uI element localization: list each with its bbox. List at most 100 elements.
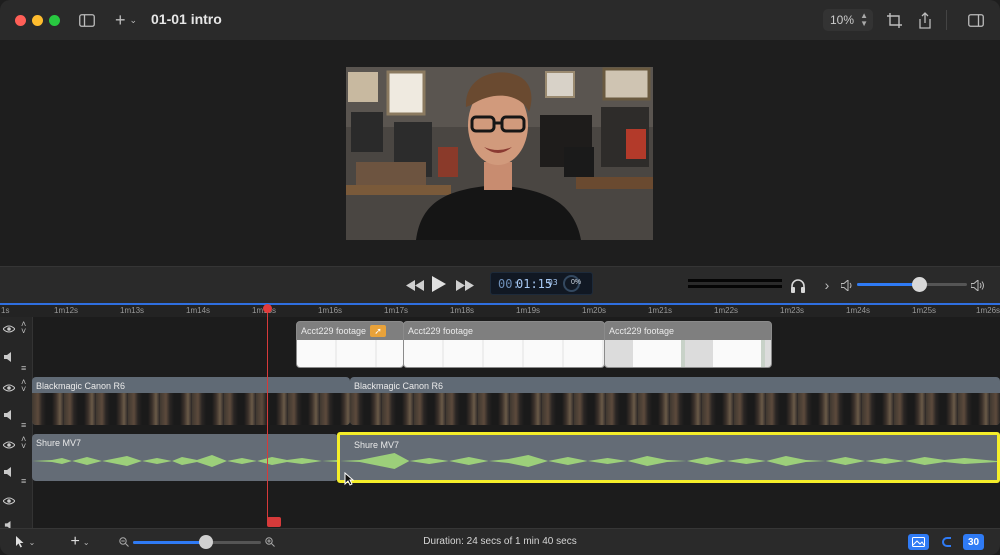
audio-waveform: [340, 453, 997, 469]
clip-filmstrip: [350, 393, 1000, 425]
timeline-ruler[interactable]: 1s 1m12s 1m13s 1m14s 1m15s 1m16s 1m17s 1…: [0, 303, 1000, 317]
reorder-arrows-icon[interactable]: ˄ ˅: [21, 378, 26, 394]
inspector-toggle-icon[interactable]: [967, 11, 985, 29]
volume-slider-fill: [857, 283, 919, 286]
zoom-window-button[interactable]: [49, 15, 60, 26]
clip-label: Shure MV7: [36, 438, 82, 448]
play-icon[interactable]: [430, 274, 448, 294]
clip-thumbnail: [605, 340, 771, 367]
arrow-pointer-icon: [15, 536, 24, 548]
crop-icon[interactable]: [885, 11, 903, 29]
timeline-zoom-slider[interactable]: [133, 535, 261, 549]
volume-low-icon: [840, 276, 854, 294]
track-controls: ˄ ˅ ≡ ˄ ˅ ≡ ˄ ˅ ≡: [0, 317, 33, 529]
audio-clip-selected[interactable]: Shure MV7: [337, 432, 1000, 483]
video-viewer: [0, 40, 1000, 267]
frame-rate-button[interactable]: 30: [963, 534, 984, 550]
ruler-tick: 1m22s: [714, 306, 739, 315]
clip-label: Acct229 footage: [301, 326, 367, 336]
zoom-out-icon[interactable]: [118, 534, 130, 550]
speaker-icon[interactable]: [4, 467, 13, 480]
speaker-icon[interactable]: [4, 352, 13, 365]
playhead-bottom-marker[interactable]: [267, 517, 281, 527]
ruler-tick: 1m23s: [780, 306, 805, 315]
video-clip[interactable]: Blackmagic Canon R6: [32, 377, 350, 425]
overlay-clip[interactable]: Acct229 footage ➚: [296, 321, 404, 368]
rewind-icon[interactable]: [405, 276, 425, 294]
document-title: 01-01 intro: [151, 11, 222, 27]
add-menu-button[interactable]: + ⌄: [112, 11, 140, 29]
timecode-display[interactable]: 00: 01:15 03 0%: [490, 272, 593, 295]
zoom-slider-knob[interactable]: [198, 535, 213, 549]
plus-icon: +: [70, 533, 80, 550]
plus-icon: +: [114, 10, 126, 30]
clip-thumbnail: [404, 340, 604, 367]
ruler-tick: 1m24s: [846, 306, 871, 315]
transport-bar: 00: 01:15 03 0% ›: [0, 267, 1000, 303]
ruler-tick: 1m25s: [912, 306, 937, 315]
menu-lines-icon[interactable]: ≡: [21, 363, 26, 373]
fast-forward-icon[interactable]: [455, 276, 475, 294]
volume-slider-knob[interactable]: [911, 277, 927, 292]
clip-label: Acct229 footage: [408, 326, 474, 336]
render-percent: 0%: [571, 279, 582, 286]
playhead-line[interactable]: [267, 306, 268, 522]
chevron-right-icon[interactable]: ›: [820, 276, 834, 294]
clip-label: Blackmagic Canon R6: [354, 381, 444, 391]
ruler-tick: 1m17s: [384, 306, 409, 315]
zoom-in-icon[interactable]: [264, 534, 276, 550]
headphones-icon[interactable]: [789, 276, 807, 294]
eye-icon[interactable]: [2, 324, 16, 336]
ruler-tick: 1m16s: [318, 306, 343, 315]
stepper-arrows-icon: ▲ ▼: [860, 11, 868, 28]
app-window: + ⌄ 01-01 intro 10% ▲ ▼ 00: 01:15 03 0% …: [0, 0, 1000, 555]
audio-clip[interactable]: Shure MV7: [32, 434, 338, 481]
zoom-select[interactable]: 10% ▲ ▼: [823, 9, 873, 31]
transition-badge-icon[interactable]: ➚: [370, 325, 386, 337]
playhead-handle[interactable]: [263, 304, 272, 313]
clip-filmstrip: [32, 393, 350, 425]
ruler-tick: 1m14s: [186, 306, 211, 315]
ruler-tick: 1m26s: [976, 306, 1000, 315]
speaker-icon[interactable]: [4, 410, 13, 423]
zoom-value: 10%: [830, 13, 855, 27]
zoom-slider-fill: [133, 541, 206, 544]
select-tool-button[interactable]: ⌄: [12, 534, 38, 550]
eye-icon[interactable]: [2, 440, 16, 452]
snapping-button[interactable]: [938, 534, 956, 550]
timecode-frames: 03: [548, 278, 558, 287]
sidebar-toggle-icon[interactable]: [78, 11, 96, 29]
overlay-clip[interactable]: Acct229 footage: [604, 321, 772, 368]
bottom-bar: Duration: 24 secs of 1 min 40 secs ⌄ + ⌄…: [0, 528, 1000, 555]
volume-slider[interactable]: [857, 277, 967, 292]
ruler-tick: 1m20s: [582, 306, 607, 315]
ruler-tick: 1m18s: [450, 306, 475, 315]
clip-label: Acct229 footage: [609, 326, 675, 336]
thumbnail-view-button[interactable]: [908, 534, 929, 550]
reorder-arrows-icon[interactable]: ˄ ˅: [21, 435, 26, 451]
eye-icon[interactable]: [2, 496, 16, 508]
video-clip[interactable]: Blackmagic Canon R6: [350, 377, 1000, 425]
minimize-window-button[interactable]: [32, 15, 43, 26]
reorder-arrows-icon[interactable]: ˄ ˅: [21, 320, 26, 336]
toolbar: + ⌄ 01-01 intro 10% ▲ ▼: [0, 0, 1000, 40]
image-icon: [912, 537, 925, 547]
menu-lines-icon[interactable]: ≡: [21, 476, 26, 486]
ruler-tick: 1m21s: [648, 306, 673, 315]
chevron-down-icon: ⌄: [129, 14, 138, 25]
timeline-tracks: ˄ ˅ ≡ ˄ ˅ ≡ ˄ ˅ ≡ Acct229 footage ➚ Acct…: [0, 317, 1000, 529]
volume-high-icon: [970, 276, 986, 294]
timecode-value: 01:15: [516, 277, 553, 291]
add-track-button[interactable]: + ⌄: [66, 533, 94, 550]
menu-lines-icon[interactable]: ≡: [21, 420, 26, 430]
chevron-down-icon: ⌄: [82, 537, 90, 547]
close-window-button[interactable]: [15, 15, 26, 26]
clip-label: Shure MV7: [354, 440, 400, 450]
eye-icon[interactable]: [2, 383, 16, 395]
ruler-tick: 1m19s: [516, 306, 541, 315]
clip-thumbnail: [297, 340, 403, 367]
share-icon[interactable]: [916, 11, 934, 29]
ruler-tick: 1s: [1, 306, 10, 315]
overlay-clip[interactable]: Acct229 footage: [403, 321, 605, 368]
chevron-down-icon: ⌄: [28, 537, 36, 547]
